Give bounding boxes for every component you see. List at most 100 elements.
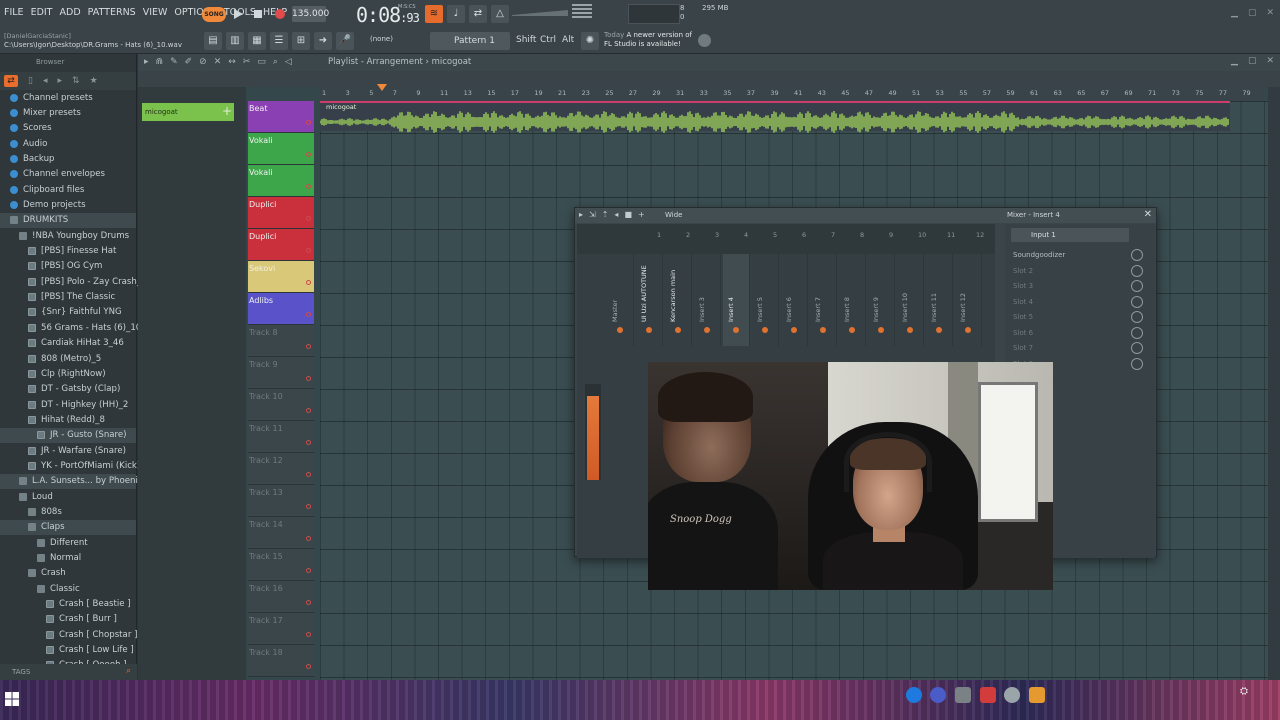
master-pitch-slider[interactable] (572, 4, 592, 20)
browser-item[interactable]: [PBS] The Classic (0, 289, 136, 304)
browser-item[interactable]: Crash (0, 566, 136, 581)
track-mute-icon[interactable] (306, 440, 311, 445)
browser-item[interactable]: Cardiak HiHat 3_46 (0, 336, 136, 351)
master-volume-slider[interactable] (512, 9, 568, 17)
track-mute-icon[interactable] (306, 600, 311, 605)
settings-icon[interactable] (1004, 687, 1020, 703)
mixer-add-icon[interactable]: + (638, 210, 645, 219)
track-header[interactable]: Duplici (248, 197, 314, 229)
brush-icon[interactable]: ✐ (185, 57, 193, 67)
step-icon[interactable]: ♩ (447, 5, 465, 23)
snap-select[interactable]: (none) (370, 35, 393, 43)
browser-item[interactable]: Claps (0, 519, 136, 535)
menu-item-add[interactable]: ADD (60, 7, 81, 18)
track-mute-icon[interactable] (306, 280, 311, 285)
mixer-strip[interactable]: Insert 7 (810, 254, 837, 346)
mixer-send-icon[interactable] (646, 327, 652, 333)
mixer-send-icon[interactable] (617, 327, 623, 333)
track-header[interactable]: Track 10 (248, 389, 314, 421)
fl-studio-task-icon[interactable] (1029, 687, 1045, 703)
fx-slot[interactable]: Slot 6 (1013, 326, 1143, 341)
browser-item[interactable]: 808 (Metro)_5 (0, 351, 136, 366)
mixer-send-icon[interactable] (704, 327, 710, 333)
browser-item[interactable]: L.A. Sunsets... by Phoenix) (0, 473, 146, 489)
mixer-send-icon[interactable] (849, 327, 855, 333)
track-mute-icon[interactable] (306, 312, 311, 317)
browser-item[interactable]: !NBA Youngboy Drums (0, 228, 136, 243)
mixer-send-icon[interactable] (791, 327, 797, 333)
track-header[interactable]: Sekovi (248, 261, 314, 293)
track-header[interactable]: Track 12 (248, 453, 314, 485)
channel-rack-icon[interactable]: ▦ (248, 32, 266, 50)
waveform-icon[interactable]: ≋ (425, 5, 443, 23)
search-icon[interactable]: ⌕ (126, 666, 131, 676)
browser-item[interactable]: Backup (0, 151, 136, 166)
browser-item[interactable]: DT - Highkey (HH)_2 (0, 397, 136, 412)
menu-item-file[interactable]: FILE (4, 7, 24, 18)
audio-clip[interactable]: micogoat (320, 101, 1230, 133)
close-icon[interactable]: ✕ (1266, 8, 1274, 18)
track-mute-icon[interactable] (306, 504, 311, 509)
ctrl-button[interactable]: Ctrl (540, 35, 556, 45)
track-header[interactable]: Track 9 (248, 357, 314, 389)
fx-mix-knob-icon[interactable] (1131, 280, 1143, 292)
browser-item[interactable]: Crash [ Burr ] (0, 612, 136, 627)
picker-clip-item[interactable]: micogoat + (142, 103, 234, 121)
tray-people-icon[interactable]: ⛭ (1240, 686, 1254, 700)
track-mute-icon[interactable] (306, 632, 311, 637)
track-header[interactable]: Track 18 (248, 645, 314, 677)
zoom-icon[interactable]: ⌕ (273, 57, 278, 67)
track-mute-icon[interactable] (306, 568, 311, 573)
browser-item[interactable]: Channel presets (0, 90, 136, 105)
track-header[interactable]: Adlibs (248, 293, 314, 325)
metronome-icon[interactable]: △ (491, 5, 509, 23)
browser-all-tab-icon[interactable]: ⇄ (4, 75, 18, 87)
playlist-menu-icon[interactable]: ▸ (144, 57, 149, 67)
mixer-strip[interactable]: Insert 8 (839, 254, 866, 346)
fx-mix-knob-icon[interactable] (1131, 249, 1143, 261)
track-header[interactable]: Track 16 (248, 581, 314, 613)
browser-item[interactable]: [PBS] OG Cym (0, 259, 136, 274)
pattern-select[interactable]: Pattern 1 (430, 32, 510, 50)
edge-icon[interactable] (906, 687, 922, 703)
fx-mix-knob-icon[interactable] (1131, 357, 1143, 370)
minimize-icon[interactable]: ▁ (1231, 8, 1238, 18)
playlist-view-icon[interactable]: ▤ (204, 32, 222, 50)
browser-item[interactable]: Crash [ Beastie ] (0, 596, 136, 611)
browser-item[interactable]: Clp (RightNow) (0, 366, 136, 381)
track-mute-icon[interactable] (306, 152, 311, 157)
browser-item[interactable]: Hihat (Redd)_8 (0, 412, 136, 427)
browser-star-icon[interactable]: ★ (90, 76, 98, 86)
track-mute-icon[interactable] (306, 120, 311, 125)
browser-item[interactable]: {Snr} Faithful YNG (0, 305, 136, 320)
browser-item[interactable]: Clipboard files (0, 182, 136, 197)
maximize-icon[interactable]: ▢ (1248, 8, 1257, 18)
browser-item[interactable]: Demo projects (0, 197, 136, 212)
stop-icon[interactable] (250, 6, 266, 22)
browser-item[interactable]: DRUMKITS (0, 212, 136, 229)
browser-item[interactable]: JR - Warfare (Snare) (0, 443, 136, 458)
track-mute-icon[interactable] (306, 664, 311, 669)
fx-slot[interactable]: Slot 7 (1013, 341, 1143, 356)
browser-item[interactable]: 808s (0, 504, 136, 519)
mixer-layout-select[interactable]: Wide (665, 211, 682, 219)
browser-item[interactable]: Audio (0, 136, 136, 151)
track-mute-icon[interactable] (306, 344, 311, 349)
mixer-send-icon[interactable] (965, 327, 971, 333)
mixer-input-select[interactable]: Input 1 (1011, 228, 1129, 242)
speaker-icon[interactable]: ◁ (285, 57, 292, 67)
track-mute-icon[interactable] (306, 472, 311, 477)
mixer-menu-icon[interactable]: ▸ (579, 210, 583, 219)
mixer-color-icon[interactable]: ■ (624, 210, 632, 219)
browser-item[interactable]: Scores (0, 121, 136, 136)
song-mode-toggle[interactable]: SONG (202, 7, 226, 22)
fx-mix-knob-icon[interactable] (1131, 295, 1143, 308)
browser-item[interactable]: 56 Grams - Hats (6)_10 (0, 320, 141, 335)
track-header[interactable]: Track 17 (248, 613, 314, 645)
mixer-strip[interactable]: Insert 12 (955, 254, 982, 346)
mixer-send-icon[interactable] (936, 327, 942, 333)
news-indicator-icon[interactable] (698, 34, 711, 47)
slip-icon[interactable]: ↔ (228, 57, 236, 67)
track-mute-icon[interactable] (306, 216, 311, 221)
mixer-strip[interactable]: Insert 9 (868, 254, 895, 346)
